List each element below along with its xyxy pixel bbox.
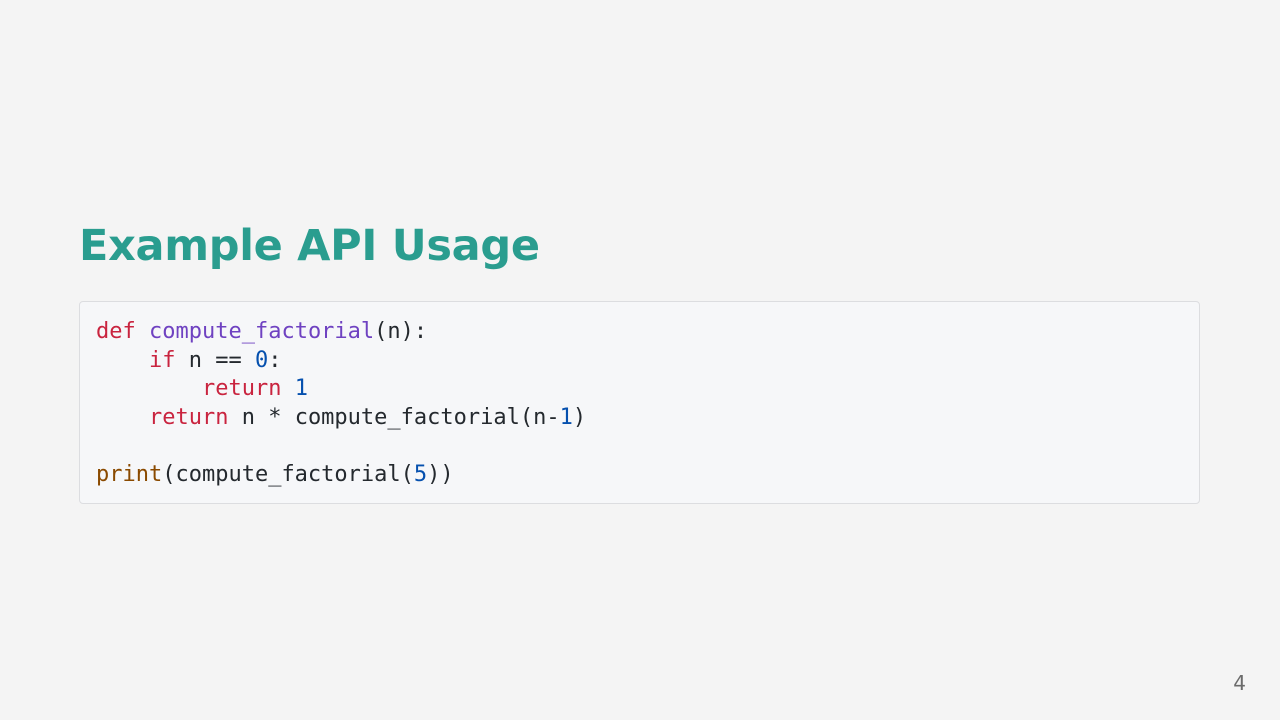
- page-number: 4: [1233, 671, 1246, 695]
- code-token-plain: :: [268, 347, 282, 373]
- code-token-plain: n ==: [175, 347, 255, 373]
- slide-title: Example API Usage: [79, 221, 540, 271]
- code-token-plain: (compute_factorial(: [162, 461, 414, 487]
- code-listing: def compute_factorial(n): if n == 0: ret…: [96, 318, 1183, 489]
- code-token-number: 0: [254, 347, 269, 373]
- code-line: def compute_factorial(n):: [96, 318, 1183, 347]
- code-block: def compute_factorial(n): if n == 0: ret…: [79, 301, 1200, 504]
- code-line: return 1: [96, 375, 1183, 404]
- code-token-keyword: if: [148, 347, 176, 373]
- code-token-keyword: return: [148, 404, 229, 430]
- code-token-plain: n * compute_factorial(n-: [228, 404, 560, 430]
- code-line: if n == 0:: [96, 347, 1183, 376]
- code-token-plain: )): [427, 461, 454, 487]
- code-token-function: compute_factorial: [149, 319, 375, 344]
- code-token-number: 1: [559, 404, 573, 430]
- code-token-keyword: def: [96, 319, 136, 344]
- code-token-number: 5: [413, 461, 428, 487]
- code-token-number: 1: [294, 376, 308, 401]
- code-line: print(compute_factorial(5)): [96, 461, 1183, 490]
- code-token-keyword: return: [201, 376, 282, 401]
- code-token-plain: ): [572, 404, 587, 430]
- code-line: return n * compute_factorial(n-1): [96, 404, 1183, 433]
- code-token-builtin: print: [96, 461, 163, 487]
- code-token-plain: (n):: [374, 319, 428, 344]
